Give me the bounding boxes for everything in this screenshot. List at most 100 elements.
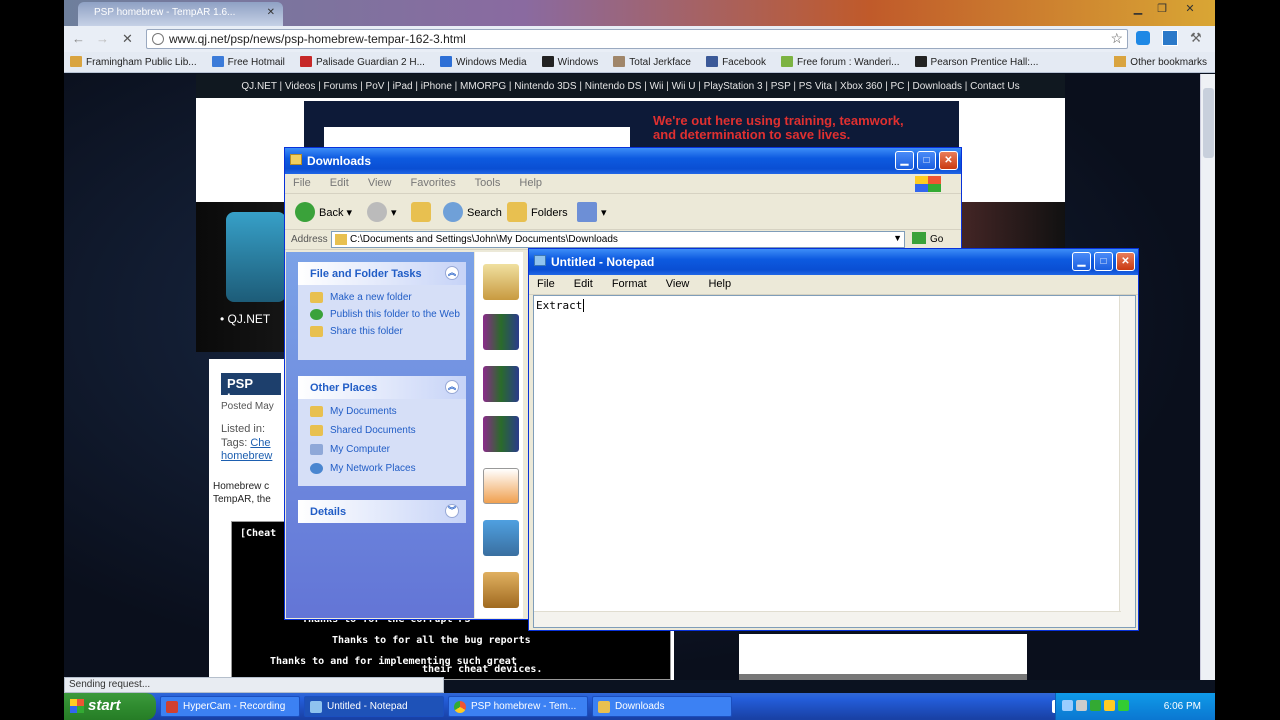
other-bookmarks[interactable]: Other bookmarks <box>1114 56 1207 68</box>
go-button[interactable]: Go <box>912 232 943 245</box>
place-my-documents[interactable]: My Documents <box>298 403 466 420</box>
place-my-computer[interactable]: My Computer <box>298 441 466 458</box>
body-text: Homebrew c <box>213 481 270 492</box>
volume-icon[interactable] <box>1104 700 1115 711</box>
bookmark-item[interactable]: Free Hotmail <box>211 52 285 68</box>
taskbar-item-notepad[interactable]: Untitled - Notepad <box>304 696 444 717</box>
side-ad-bar <box>739 674 1027 680</box>
task-share-folder[interactable]: Share this folder <box>298 323 466 340</box>
cd-installer-icon[interactable] <box>483 572 519 608</box>
wrench-icon[interactable]: ⚒ <box>1190 30 1202 46</box>
site-nav[interactable]: QJ.NET | Videos | Forums | PoV | iPad | … <box>196 74 1065 98</box>
bookmark-item[interactable]: Facebook <box>706 52 766 68</box>
place-shared-documents[interactable]: Shared Documents <box>298 422 466 439</box>
vertical-scrollbar[interactable] <box>1119 296 1135 627</box>
collapse-icon[interactable]: ︽ <box>445 266 459 280</box>
file-installer-icon[interactable] <box>483 264 519 300</box>
extension-image-icon[interactable] <box>1162 30 1178 46</box>
minimize-icon[interactable]: ▁ <box>895 151 914 170</box>
bookmark-item[interactable]: Total Jerkface <box>613 52 691 68</box>
bookmark-item[interactable]: Windows <box>541 52 598 68</box>
bookmark-item[interactable]: Pearson Prentice Hall:... <box>914 52 1038 68</box>
chevron-down-icon[interactable]: ▼ <box>893 233 902 243</box>
extension-sync-icon[interactable] <box>1136 31 1150 45</box>
setup-program-icon[interactable] <box>483 520 519 556</box>
close-icon[interactable]: ✕ <box>1180 2 1200 16</box>
folders-button[interactable]: Folders <box>507 202 568 222</box>
clock: 6:06 PM <box>1163 701 1201 712</box>
notepad-text-area[interactable]: Extract <box>533 295 1136 628</box>
browser-tab[interactable]: PSP homebrew - TempAR 1.6... ✕ <box>78 2 283 26</box>
places-header[interactable]: Other Places ︽ <box>298 376 466 399</box>
site-label[interactable]: • QJ.NET <box>220 312 270 326</box>
bookmark-icon <box>299 56 312 67</box>
menu-help[interactable]: Help <box>708 278 731 290</box>
minimize-icon[interactable]: ▁ <box>1128 2 1148 16</box>
winrar-archive-icon[interactable] <box>483 366 519 402</box>
bookmark-item[interactable]: Framingham Public Lib... <box>70 52 197 68</box>
address-input[interactable]: C:\Documents and Settings\John\My Docume… <box>331 231 905 248</box>
menu-format[interactable]: Format <box>612 278 647 290</box>
antivirus-icon[interactable] <box>1090 700 1101 711</box>
taskbar-item-downloads[interactable]: Downloads <box>592 696 732 717</box>
star-icon[interactable]: ☆ <box>1110 30 1123 47</box>
url-bar[interactable]: www.qj.net/psp/news/psp-homebrew-tempar-… <box>146 29 1128 49</box>
menu-file[interactable]: File <box>537 278 555 290</box>
tag-link[interactable]: Che <box>250 437 270 449</box>
menu-help[interactable]: Help <box>519 177 542 189</box>
close-icon[interactable]: ✕ <box>939 151 958 170</box>
maximize-icon[interactable]: □ <box>1094 252 1113 271</box>
tab-close-icon[interactable]: ✕ <box>267 7 275 18</box>
views-button[interactable]: ▾ <box>577 202 607 222</box>
wifi-icon[interactable] <box>1118 700 1129 711</box>
menu-edit[interactable]: Edit <box>330 177 349 189</box>
notepad-titlebar[interactable]: Untitled - Notepad ▁ □ ✕ <box>529 249 1138 275</box>
scroll-thumb[interactable] <box>1203 88 1214 158</box>
explorer-titlebar[interactable]: Downloads ▁ □ ✕ <box>285 148 961 174</box>
menu-view[interactable]: View <box>368 177 392 189</box>
stop-loading-icon[interactable]: ✕ <box>122 31 133 47</box>
tasks-header[interactable]: File and Folder Tasks ︽ <box>298 262 466 285</box>
network-icon[interactable] <box>1076 700 1087 711</box>
menu-file[interactable]: File <box>293 177 311 189</box>
back-button[interactable]: Back ▾ <box>295 202 352 222</box>
tray-icon[interactable] <box>1062 700 1073 711</box>
menu-edit[interactable]: Edit <box>574 278 593 290</box>
restore-icon[interactable]: ❐ <box>1152 2 1172 16</box>
bookmark-item[interactable]: Palisade Guardian 2 H... <box>299 52 425 68</box>
hypercam-icon <box>166 701 178 713</box>
expand-icon[interactable]: ︾ <box>445 504 459 518</box>
taskbar-item-browser[interactable]: PSP homebrew - Tem... <box>448 696 588 717</box>
winrar-archive-icon[interactable] <box>483 314 519 350</box>
chrome-icon <box>454 701 466 713</box>
menu-favorites[interactable]: Favorites <box>411 177 456 189</box>
bookmark-icon <box>440 56 452 67</box>
page-scrollbar[interactable] <box>1200 74 1215 680</box>
other-places: Other Places ︽ My Documents Shared Docume… <box>298 376 466 486</box>
menu-tools[interactable]: Tools <box>475 177 501 189</box>
taskbar-item-hypercam[interactable]: HyperCam - Recording <box>160 696 300 717</box>
forward-button[interactable]: ▾ <box>367 202 397 222</box>
maximize-icon[interactable]: □ <box>917 151 936 170</box>
place-network[interactable]: My Network Places <box>298 460 466 477</box>
bookmark-item[interactable]: Windows Media <box>440 52 527 68</box>
menu-view[interactable]: View <box>666 278 690 290</box>
details-header[interactable]: Details ︾ <box>298 500 466 523</box>
task-new-folder[interactable]: Make a new folder <box>298 289 466 306</box>
back-arrow-icon[interactable]: ← <box>72 31 85 46</box>
task-publish-web[interactable]: Publish this folder to the Web <box>298 306 466 323</box>
close-icon[interactable]: ✕ <box>1116 252 1135 271</box>
image-file-icon[interactable] <box>483 468 519 504</box>
homebrew-link[interactable]: homebrew <box>221 450 272 462</box>
search-button[interactable]: Search <box>443 202 502 222</box>
up-folder-icon[interactable] <box>411 202 435 222</box>
winrar-archive-icon[interactable] <box>483 416 519 452</box>
explorer-title: Downloads <box>307 154 372 168</box>
horizontal-scrollbar[interactable] <box>534 611 1121 627</box>
collapse-icon[interactable]: ︽ <box>445 380 459 394</box>
start-button[interactable]: start <box>64 693 156 720</box>
body-text: TempAR, the <box>213 494 271 505</box>
forward-arrow-icon[interactable]: → <box>96 31 109 46</box>
minimize-icon[interactable]: ▁ <box>1072 252 1091 271</box>
bookmark-item[interactable]: Free forum : Wanderi... <box>781 52 899 68</box>
